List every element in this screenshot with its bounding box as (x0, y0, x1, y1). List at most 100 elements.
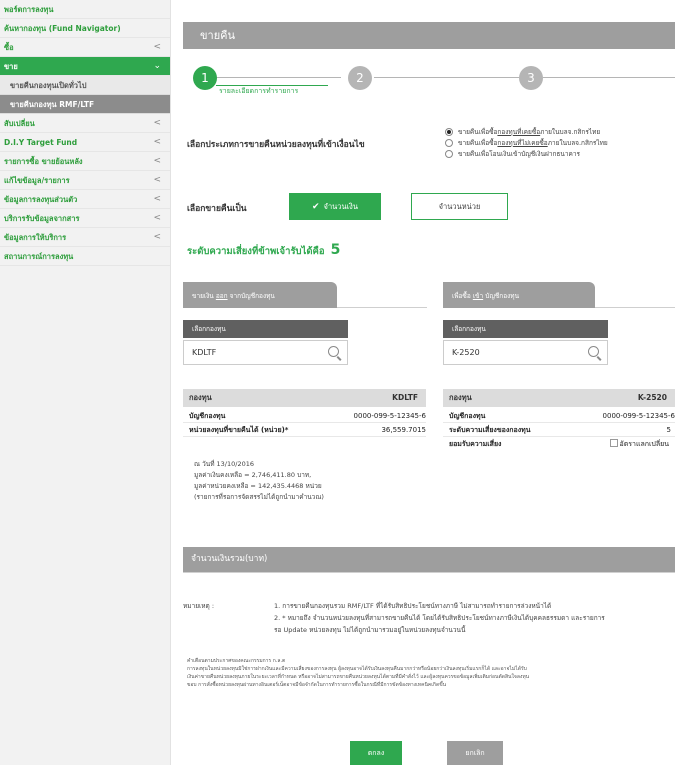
disclaimer-title: คำเตือนตามประกาศของคณะกรรมการ ก.ล.ต (187, 658, 286, 664)
sidebar-item-fund-navigator[interactable]: ค้นหากองทุน (Fund Navigator) (0, 19, 170, 38)
tab-link: ออก (215, 292, 228, 300)
step-1-label: รายละเอียดการทำรายการ (219, 87, 299, 95)
sidebar-item-sell[interactable]: ขาย ⌄ (0, 57, 170, 76)
step-connector (543, 77, 675, 78)
search-value: KDLTF (192, 348, 217, 357)
tab-text: ขายเงิน (192, 292, 214, 300)
check-icon: ✔ (312, 202, 320, 212)
from-account-row: บัญชีกองทุน 0000-099-5-12345-6 (183, 410, 426, 423)
disclaimer-line-2: เงินค่าขายคืนหน่วยลงทุนภายในระยะเวลาที่ก… (187, 674, 530, 680)
fund-label: กองทุน (449, 393, 472, 402)
sidebar-item-personal-info[interactable]: ข้อมูลการลงทุนส่วนตัว < (0, 190, 170, 209)
search-icon[interactable] (588, 346, 599, 357)
account-label: บัญชีกองทุน (189, 412, 226, 420)
units-label: หน่วยลงทุนที่ขายคืนได้ (หน่วย)* (189, 426, 289, 434)
sidebar-item-label: ข้อมูลการลงทุนส่วนตัว (4, 195, 78, 204)
option-text: ขายคืนเพื่อซื้อ (458, 128, 498, 136)
radio-icon[interactable] (445, 139, 453, 147)
tab-text: จากบัญชีกองทุน (229, 292, 275, 300)
redeem-type-option-bank-transfer[interactable]: ขายคืนเพื่อโอนเงินเข้าบัญชีเงินฝากธนาคาร (445, 149, 608, 160)
fund-value: K-2520 (637, 393, 667, 402)
remark-line-3: รอ Update หน่วยลงทุน ไม่ได้ถูกนำมารวมอยู… (274, 626, 466, 634)
option-text: ภายในบลจ.กสิกรไทย (540, 128, 601, 136)
option-text: ขายคืนเพื่อโอนเงินเข้าบัญชีเงินฝากธนาคาร (458, 150, 580, 158)
sidebar-item-label: บริการรับข้อมูลจากสาร (4, 214, 80, 223)
step-3-indicator: 3 (519, 66, 543, 90)
sidebar-item-label: ซื้อ (4, 43, 14, 52)
to-fund-tab: เพื่อซื้อ เข้า บัญชีกองทุน (443, 282, 595, 308)
fund-value: KDLTF (392, 393, 418, 402)
total-amount-field (183, 572, 675, 573)
sidebar-item-switch[interactable]: สับเปลี่ยน < (0, 114, 170, 133)
option-text: ขายคืนเพื่อซื้อ (458, 139, 498, 147)
risk-acceptance: ระดับความเสี่ยงที่ข้าพเจ้ารับได้คือ 5 (187, 242, 340, 259)
sidebar: พอร์ตการลงทุน ค้นหากองทุน (Fund Navigato… (0, 0, 171, 765)
from-fund-select-header: เลือกกองทุน (183, 320, 348, 338)
redeem-type-label: เลือกประเภทการขายคืนหน่วยลงทุนที่เข้าเงื… (187, 140, 365, 150)
step-connector (211, 77, 341, 78)
sidebar-item-label: ข้อมูลการให้บริการ (4, 233, 67, 242)
cancel-button[interactable]: ยกเลิก (447, 741, 503, 765)
redeem-by-amount-button[interactable]: ✔ จำนวนเงิน (289, 193, 381, 220)
sidebar-item-market-situation[interactable]: สถานการณ์การลงทุน (0, 247, 170, 266)
sidebar-item-label: ค้นหากองทุน (Fund Navigator) (4, 24, 121, 33)
confirm-button[interactable]: ตกลง (350, 741, 402, 765)
sidebar-item-label: แก้ไขข้อมูล/รายการ (4, 176, 70, 185)
sidebar-item-buy[interactable]: ซื้อ < (0, 38, 170, 57)
remarks-label: หมายเหตุ : (183, 602, 215, 610)
sidebar-item-service-info[interactable]: ข้อมูลการให้บริการ < (0, 228, 170, 247)
disclaimer-line-1: การลงทุนในหน่วยลงทุนมิใช่การฝากเงินและมี… (187, 666, 527, 672)
sidebar-item-label: พอร์ตการลงทุน (4, 5, 54, 14)
chevron-left-icon: < (153, 42, 161, 52)
account-value: 0000-099-5-12345-6 (353, 412, 426, 420)
from-fund-tab: ขายเงิน ออก จากบัญชีกองทุน (183, 282, 337, 308)
page-title: ขายคืน (183, 22, 675, 49)
sidebar-item-label: สับเปลี่ยน (4, 119, 35, 128)
step-1-indicator: 1 (193, 66, 217, 90)
accept-risk-control[interactable]: อัตราแลกเปลี่ยน (609, 438, 669, 451)
redeem-type-option-new-fund[interactable]: ขายคืนเพื่อซื้อกองทุนที่ไม่เคยซื้อภายในบ… (445, 138, 608, 149)
chevron-left-icon: < (153, 175, 161, 185)
sidebar-item-history[interactable]: รายการซื้อ ขายย้อนหลัง < (0, 152, 170, 171)
accept-risk-label: ยอมรับความเสี่ยง (449, 440, 502, 448)
sidebar-subitem-label: ขายคืนกองทุนเปิดทั่วไป (10, 81, 87, 90)
sidebar-item-diy-target-fund[interactable]: D.I.Y Target Fund < (0, 133, 170, 152)
disclaimer-line-3: ขอบ การสั่งซื้อหน่วยลงทุนผ่านทางอินเตอร์… (187, 682, 447, 688)
sidebar-item-document-service[interactable]: บริการรับข้อมูลจากสาร < (0, 209, 170, 228)
redeem-as-label: เลือกขายคืนเป็น (187, 204, 247, 214)
sidebar-item-edit[interactable]: แก้ไขข้อมูล/รายการ < (0, 171, 170, 190)
search-icon[interactable] (328, 346, 339, 357)
remark-line-1: 1. การขายคืนกองทุนรวม RMF/LTF ที่ได้รับส… (274, 602, 552, 610)
to-account-row: บัญชีกองทุน 0000-099-5-12345-6 (443, 410, 675, 423)
balance-note: ณ วันที่ 13/10/2016 มูลค่าเงินคงเหลือ = … (194, 459, 324, 503)
fund-risk-value: 5 (666, 426, 671, 434)
balance-date: ณ วันที่ 13/10/2016 (194, 460, 255, 468)
balance-units: มูลค่าหน่วยคงเหลือ = 142,435.4468 หน่วย (194, 482, 322, 490)
radio-selected-icon[interactable] (445, 128, 453, 136)
radio-icon[interactable] (445, 150, 453, 158)
sidebar-item-label: รายการซื้อ ขายย้อนหลัง (4, 157, 83, 166)
from-fund-search-input[interactable]: KDLTF (183, 340, 348, 365)
divider (337, 307, 427, 308)
tab-link: เข้า (472, 292, 484, 300)
balance-footnote: (รายการที่รอการจัดสรรไม่ได้ถูกนำมาคำนวณ) (194, 493, 324, 501)
redeem-type-option-existing-fund[interactable]: ขายคืนเพื่อซื้อกองทุนที่เคยซื้อภายในบลจ.… (445, 127, 608, 138)
chevron-left-icon: < (153, 118, 161, 128)
chevron-down-icon: ⌄ (153, 61, 161, 71)
to-fund-search-input[interactable]: K-2520 (443, 340, 608, 365)
chevron-left-icon: < (153, 213, 161, 223)
sidebar-item-label: ขาย (4, 62, 18, 71)
step-2-indicator: 2 (348, 66, 372, 90)
redeem-by-unit-button[interactable]: จำนวนหน่วย (411, 193, 508, 220)
main-content: ขายคืน 1 2 3 รายละเอียดการทำรายการ เลือก… (171, 0, 675, 765)
accept-risk-checkbox[interactable] (609, 439, 618, 447)
sidebar-item-portfolio[interactable]: พอร์ตการลงทุน (0, 0, 170, 19)
option-link[interactable]: กองทุนที่เคยซื้อ (497, 128, 540, 136)
account-value: 0000-099-5-12345-6 (602, 412, 675, 420)
option-link[interactable]: กองทุนที่ไม่เคยซื้อ (497, 139, 547, 147)
sidebar-subitem-sell-rmf-ltf[interactable]: ขายคืนกองทุน RMF/LTF (0, 95, 170, 114)
tab-text: เพื่อซื้อ (452, 292, 471, 300)
sidebar-subitem-sell-general[interactable]: ขายคืนกองทุนเปิดทั่วไป (0, 76, 170, 95)
button-label: จำนวนเงิน (323, 202, 358, 211)
sidebar-subitem-label: ขายคืนกองทุน RMF/LTF (10, 100, 95, 109)
